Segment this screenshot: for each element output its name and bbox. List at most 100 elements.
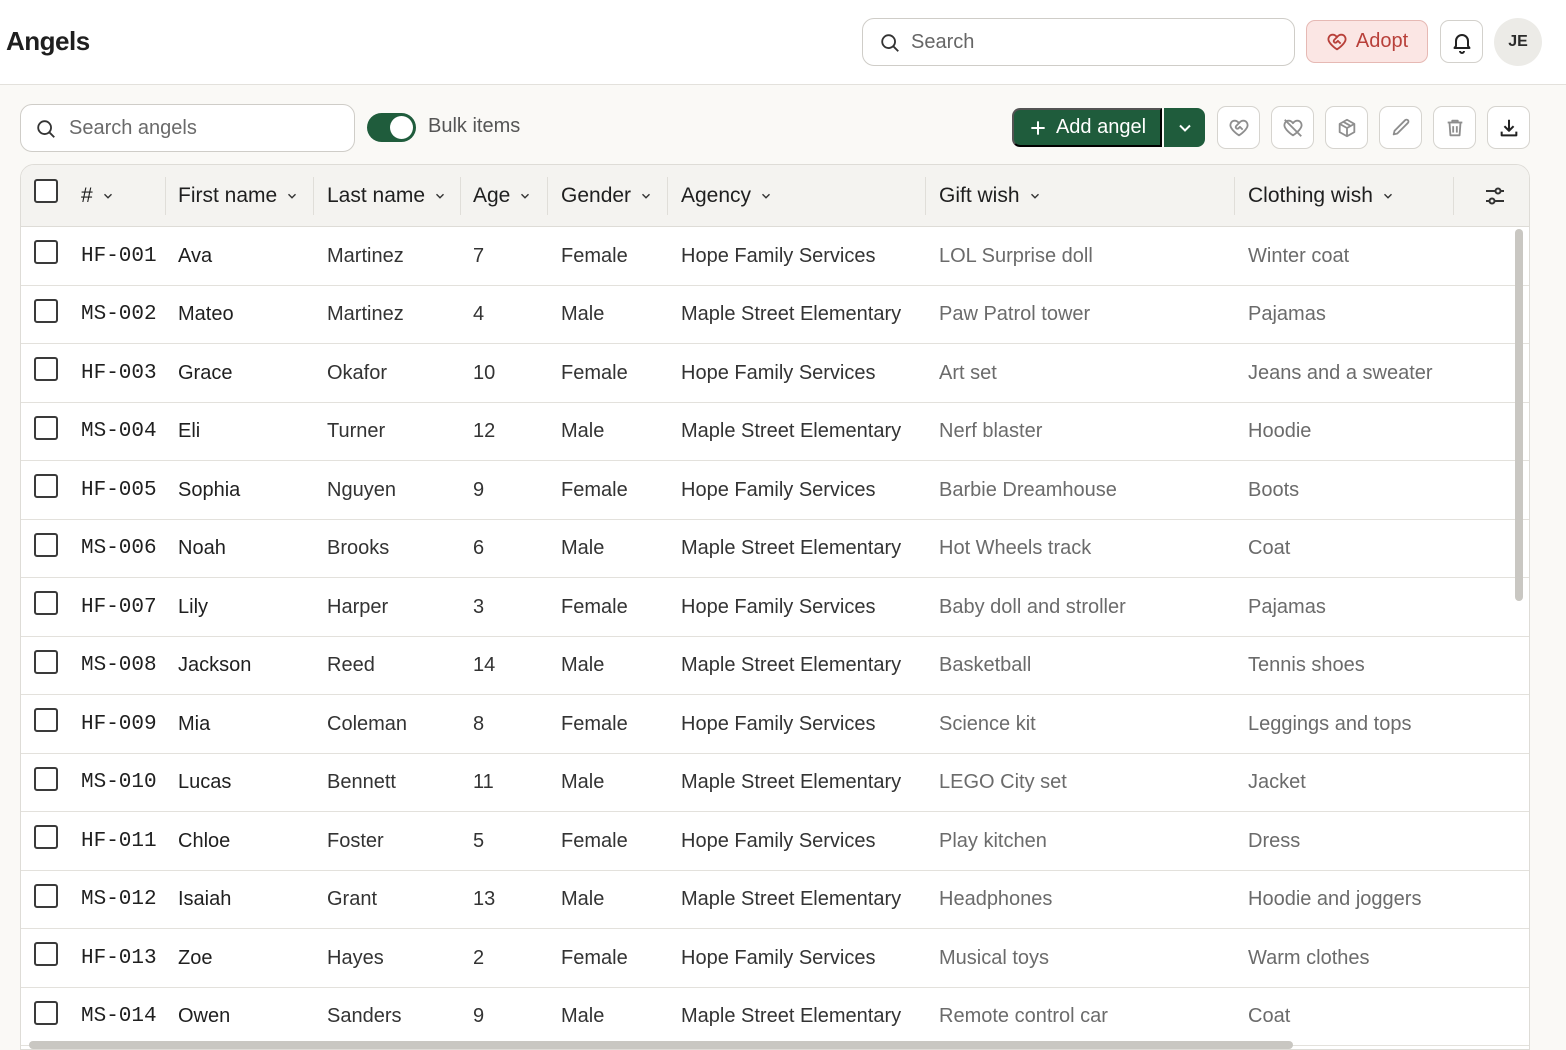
row-checkbox[interactable] bbox=[34, 532, 58, 557]
package-button[interactable] bbox=[1325, 106, 1368, 149]
cell-last-name: Hayes bbox=[327, 946, 384, 969]
angel-search-box[interactable] bbox=[20, 104, 355, 152]
cell-last-name: Harper bbox=[327, 595, 389, 618]
cell-age: 2 bbox=[473, 946, 485, 969]
cell-id: HF-009 bbox=[81, 712, 157, 736]
cell-agency: Hope Family Services bbox=[681, 244, 876, 267]
cell-clothing-wish: Jeans and a sweater bbox=[1248, 361, 1433, 384]
chevron-down-icon bbox=[521, 193, 530, 199]
cell-gender: Female bbox=[561, 829, 628, 852]
column-header-age[interactable]: Age bbox=[473, 165, 532, 227]
notifications-button[interactable] bbox=[1440, 20, 1483, 63]
adopt-button[interactable]: Adopt bbox=[1306, 20, 1428, 63]
download-button[interactable] bbox=[1487, 106, 1530, 149]
row-checkbox[interactable] bbox=[34, 474, 58, 498]
adopt-selected-button[interactable] bbox=[1217, 106, 1260, 149]
cell-gift-wish: Headphones bbox=[939, 888, 1053, 910]
bell-icon bbox=[1453, 33, 1470, 54]
column-settings-button[interactable] bbox=[1483, 165, 1507, 227]
cell-last-name: Grant bbox=[327, 888, 378, 910]
vertical-scrollbar[interactable] bbox=[1515, 229, 1523, 601]
sliders-icon bbox=[1486, 187, 1504, 205]
column-header-first-name[interactable]: First name bbox=[178, 165, 299, 227]
row-checkbox[interactable] bbox=[34, 708, 58, 732]
row-checkbox[interactable] bbox=[34, 1000, 58, 1025]
table-row[interactable]: MS-008 Jackson Reed 14 Male Maple Street Elem… bbox=[21, 637, 1529, 695]
cell-id: HF-001 bbox=[81, 244, 157, 268]
table-row[interactable]: HF-005 Sophia Nguyen 9 Female Hope Family Ser… bbox=[21, 461, 1529, 520]
cell-agency: Hope Family Services bbox=[681, 361, 876, 384]
download-icon bbox=[1500, 119, 1517, 136]
cell-last-name: Martinez bbox=[327, 244, 404, 267]
bulk-items-toggle[interactable] bbox=[367, 113, 416, 142]
row-checkbox[interactable] bbox=[34, 766, 58, 791]
cell-clothing-wish: Warm clothes bbox=[1248, 946, 1370, 969]
cell-agency: Hope Family Services bbox=[681, 595, 876, 618]
column-header-last-name[interactable]: Last name bbox=[327, 165, 447, 227]
cell-first-name: Lily bbox=[178, 595, 209, 618]
chevron-down-icon bbox=[762, 193, 771, 199]
avatar-initials: JE bbox=[1508, 33, 1528, 50]
cell-first-name: Ava bbox=[178, 244, 213, 267]
row-checkbox[interactable] bbox=[34, 357, 58, 381]
cell-age: 8 bbox=[473, 712, 485, 735]
chevron-down-icon bbox=[1030, 193, 1039, 199]
table-row[interactable]: HF-001 Ava Martinez 7 Female Hope Family Serv… bbox=[21, 227, 1529, 286]
row-checkbox[interactable] bbox=[34, 591, 58, 615]
cell-first-name: Zoe bbox=[178, 946, 213, 969]
add-angel-label: Add angel bbox=[1055, 116, 1147, 138]
global-search-input[interactable] bbox=[911, 27, 1281, 57]
column-header-gift-wish[interactable]: Gift wish bbox=[939, 165, 1042, 227]
cell-first-name: Jackson bbox=[178, 654, 252, 676]
add-angel-button[interactable]: Add angel bbox=[1012, 108, 1162, 147]
cell-age: 9 bbox=[473, 478, 485, 501]
angel-search-input[interactable] bbox=[69, 113, 349, 143]
cell-clothing-wish: Hoodie bbox=[1248, 420, 1312, 442]
column-header-clothing-wish[interactable]: Clothing wish bbox=[1248, 165, 1395, 227]
select-all-checkbox[interactable] bbox=[34, 179, 58, 203]
table-row[interactable]: MS-006 Noah Brooks 6 Male Maple Street Elemen… bbox=[21, 520, 1529, 578]
table-row[interactable]: HF-011 Chloe Foster 5 Female Hope Family Serv… bbox=[21, 812, 1529, 871]
cell-age: 13 bbox=[473, 888, 496, 910]
row-checkbox[interactable] bbox=[34, 942, 58, 966]
global-search-box[interactable] bbox=[862, 18, 1295, 66]
cell-gender: Female bbox=[561, 946, 628, 969]
cell-clothing-wish: Jacket bbox=[1248, 771, 1306, 793]
delete-button[interactable] bbox=[1433, 106, 1476, 149]
add-angel-dropdown-button[interactable] bbox=[1164, 108, 1205, 147]
row-checkbox[interactable] bbox=[34, 298, 58, 323]
table-row[interactable]: MS-012 Isaiah Grant 13 Male Maple Street Elem… bbox=[21, 871, 1529, 929]
cell-gender: Male bbox=[561, 654, 605, 676]
column-header-id[interactable]: # bbox=[81, 165, 115, 227]
column-header-gender[interactable]: Gender bbox=[561, 165, 653, 227]
user-avatar[interactable]: JE bbox=[1494, 18, 1542, 66]
cell-id: HF-003 bbox=[81, 361, 157, 385]
cell-clothing-wish: Boots bbox=[1248, 478, 1300, 501]
column-label: Clothing wish bbox=[1248, 184, 1373, 207]
table-row[interactable]: HF-013 Zoe Hayes 2 Female Hope Family Service… bbox=[21, 929, 1529, 988]
column-label: Age bbox=[473, 184, 511, 207]
cell-clothing-wish: Dress bbox=[1248, 829, 1301, 852]
horizontal-scrollbar[interactable] bbox=[29, 1041, 1293, 1049]
cell-gift-wish: Barbie Dreamhouse bbox=[939, 478, 1117, 501]
edit-button[interactable] bbox=[1379, 106, 1422, 149]
column-header-agency[interactable]: Agency bbox=[681, 165, 773, 227]
unadopt-selected-button[interactable] bbox=[1271, 106, 1314, 149]
table-row[interactable]: MS-002 Mateo Martinez 4 Male Maple Street Ele… bbox=[21, 286, 1529, 344]
row-checkbox[interactable] bbox=[34, 825, 58, 849]
cell-age: 11 bbox=[473, 771, 494, 793]
row-checkbox[interactable] bbox=[34, 415, 58, 440]
table-row[interactable]: HF-003 Grace Okafor 10 Female Hope Family Ser… bbox=[21, 344, 1529, 403]
table-row[interactable]: HF-007 Lily Harper 3 Female Hope Family Servi… bbox=[21, 578, 1529, 637]
row-checkbox[interactable] bbox=[34, 240, 58, 264]
table-row[interactable]: HF-009 Mia Coleman 8 Female Hope Family Servi… bbox=[21, 695, 1529, 754]
cell-first-name: Grace bbox=[178, 361, 233, 384]
cell-clothing-wish: Tennis shoes bbox=[1248, 654, 1365, 676]
cell-gift-wish: LOL Surprise doll bbox=[939, 244, 1093, 267]
table-row[interactable]: MS-004 Eli Turner 12 Male Maple Street Elemen… bbox=[21, 403, 1529, 461]
table-row[interactable]: MS-014 Owen Sanders 9 Male Maple Street Eleme… bbox=[21, 988, 1529, 1046]
table-row[interactable]: MS-010 Lucas Bennett 11 Male Maple Street Ele… bbox=[21, 754, 1529, 812]
cell-id: MS-010 bbox=[81, 771, 157, 794]
row-checkbox[interactable] bbox=[34, 649, 58, 674]
row-checkbox[interactable] bbox=[34, 883, 58, 908]
